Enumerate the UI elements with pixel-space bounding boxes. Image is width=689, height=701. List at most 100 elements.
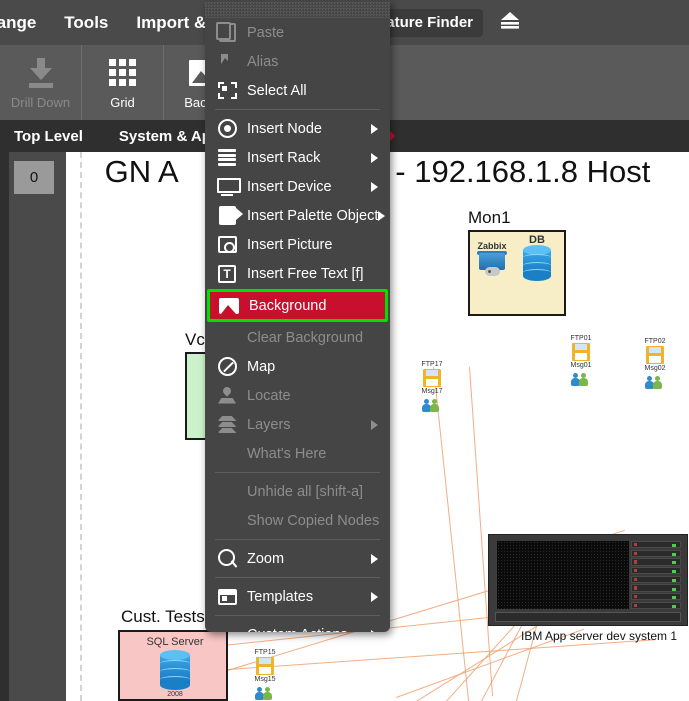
node-db[interactable]: DB — [512, 236, 562, 281]
context-menu-item-zoom[interactable]: Zoom — [205, 544, 390, 573]
context-menu-item-background[interactable]: Background — [207, 289, 388, 322]
grid-button[interactable]: Grid — [82, 45, 164, 120]
node-zabbix[interactable]: Zabbix — [466, 242, 518, 281]
menu-separator — [215, 615, 380, 616]
menu-tools[interactable]: Tools — [50, 0, 122, 45]
grid-label: Grid — [110, 95, 135, 110]
context-menu-item-layers[interactable]: Layers — [205, 410, 390, 439]
menu-separator — [215, 472, 380, 473]
menu-separator — [215, 577, 380, 578]
node-sql-server-version: 2008 — [146, 690, 204, 699]
rack-icon — [215, 148, 239, 168]
context-menu-item-clear-background[interactable]: Clear Background — [205, 323, 390, 352]
ibm-server-rack-image[interactable] — [488, 534, 688, 626]
users-icon — [255, 686, 275, 700]
context-menu-item-insert-free-text[interactable]: T Insert Free Text [f] — [205, 259, 390, 288]
context-menu-item-custom-actions[interactable]: Custom Actions — [205, 620, 390, 632]
submenu-arrow-icon — [371, 124, 378, 134]
node-ftp01[interactable]: FTP01 Msg01 — [553, 334, 609, 386]
context-menu-label: Clear Background — [247, 330, 382, 346]
context-menu-label: Insert Device — [247, 179, 371, 195]
zabbix-icon — [477, 251, 507, 281]
breadcrumb-item-top-level[interactable]: Top Level — [0, 128, 101, 145]
context-menu-label: Paste — [247, 25, 382, 41]
context-menu-label: Select All — [247, 83, 382, 99]
context-menu-label: Insert Node — [247, 121, 371, 137]
node-ftp17[interactable]: FTP17 Msg17 — [404, 360, 460, 412]
map-icon — [215, 357, 239, 377]
connector-line — [433, 367, 470, 701]
drill-down-button[interactable]: Drill Down — [0, 45, 82, 120]
context-menu-label: Insert Free Text [f] — [247, 266, 382, 282]
users-icon — [645, 375, 665, 389]
submenu-arrow-icon — [371, 182, 378, 192]
context-menu-item-insert-picture[interactable]: Insert Picture — [205, 230, 390, 259]
context-menu-label: Insert Rack — [247, 150, 371, 166]
context-menu-label: Show Copied Nodes — [247, 513, 382, 529]
paste-icon — [215, 23, 239, 43]
templates-icon — [215, 587, 239, 607]
submenu-arrow-icon — [371, 153, 378, 163]
free-text-icon: T — [215, 264, 239, 284]
context-menu-label: Insert Picture — [247, 237, 382, 253]
submenu-arrow-icon — [371, 592, 378, 602]
rack-front-panel — [495, 612, 681, 622]
context-menu-item-select-all[interactable]: Select All — [205, 76, 390, 105]
node-ftp01-label: FTP01 — [553, 334, 609, 343]
page-title-right: w - 192.168.1.8 Host — [364, 154, 650, 189]
context-menu-item-insert-rack[interactable]: Insert Rack — [205, 143, 390, 172]
node-ftp17-label: FTP17 — [404, 360, 460, 369]
menu-separator — [215, 539, 380, 540]
background-icon — [217, 296, 241, 316]
database-icon — [523, 245, 551, 281]
context-menu[interactable]: Paste Alias Select All Insert Node Inser… — [205, 0, 390, 632]
rack-drive-bays — [631, 541, 681, 609]
context-menu-item-paste[interactable]: Paste — [205, 18, 390, 47]
application-window: range Tools Import & Exp eature Finder D… — [0, 0, 689, 701]
node-ftp15[interactable]: FTP15 Msg15 — [237, 648, 293, 700]
context-menu-item-alias[interactable]: Alias — [205, 47, 390, 76]
rack-mesh — [497, 541, 629, 609]
node-db-label: DB — [512, 236, 562, 245]
context-menu-label: Locate — [247, 388, 382, 404]
context-menu-item-insert-palette-object[interactable]: Insert Palette Object — [205, 201, 390, 230]
select-all-icon — [215, 81, 239, 101]
group-box-mon1[interactable]: Zabbix DB — [468, 230, 566, 316]
group-label-cust-tests: Cust. Tests — [121, 607, 205, 627]
node-ftp15-label: FTP15 — [237, 648, 293, 657]
floppy-icon — [646, 346, 664, 364]
scroll-up-handle-icon[interactable] — [205, 2, 390, 18]
node-sql-server[interactable]: SQL Server 2008 — [146, 638, 204, 699]
users-icon — [571, 372, 591, 386]
rack-caption: IBM App server dev system 1 — [521, 629, 677, 643]
group-label-mon1: Mon1 — [468, 208, 511, 228]
download-arrow-icon — [25, 56, 57, 90]
connector-line — [469, 367, 493, 696]
context-menu-item-unhide-all[interactable]: Unhide all [shift-a] — [205, 477, 390, 506]
device-icon — [215, 177, 239, 197]
eject-icon[interactable] — [499, 10, 521, 35]
context-menu-item-templates[interactable]: Templates — [205, 582, 390, 611]
context-menu-label: Zoom — [247, 551, 371, 567]
node-ftp01-sublabel: Msg01 — [553, 361, 609, 370]
node-ftp02[interactable]: FTP02 Msg02 — [627, 337, 683, 389]
context-menu-item-insert-node[interactable]: Insert Node — [205, 114, 390, 143]
context-menu-item-locate[interactable]: Locate — [205, 381, 390, 410]
context-menu-item-map[interactable]: Map — [205, 352, 390, 381]
zoom-level-badge[interactable]: 0 — [14, 161, 54, 194]
context-menu-item-show-copied-nodes[interactable]: Show Copied Nodes — [205, 506, 390, 535]
users-icon — [422, 398, 442, 412]
alias-icon — [215, 52, 239, 72]
node-ftp02-label: FTP02 — [627, 337, 683, 346]
drill-down-label: Drill Down — [11, 95, 70, 110]
context-menu-item-insert-device[interactable]: Insert Device — [205, 172, 390, 201]
group-box-cust-tests[interactable]: SQL Server 2008 — [118, 630, 228, 701]
context-menu-item-whats-here[interactable]: What's Here — [205, 439, 390, 468]
floppy-icon — [572, 343, 590, 361]
node-zabbix-label: Zabbix — [466, 242, 518, 251]
menu-arrange[interactable]: range — [0, 0, 50, 45]
node-sql-server-label: SQL Server — [146, 638, 204, 647]
node-ftp02-sublabel: Msg02 — [627, 364, 683, 373]
context-menu-label: Background — [249, 298, 377, 314]
submenu-arrow-icon — [371, 420, 378, 430]
